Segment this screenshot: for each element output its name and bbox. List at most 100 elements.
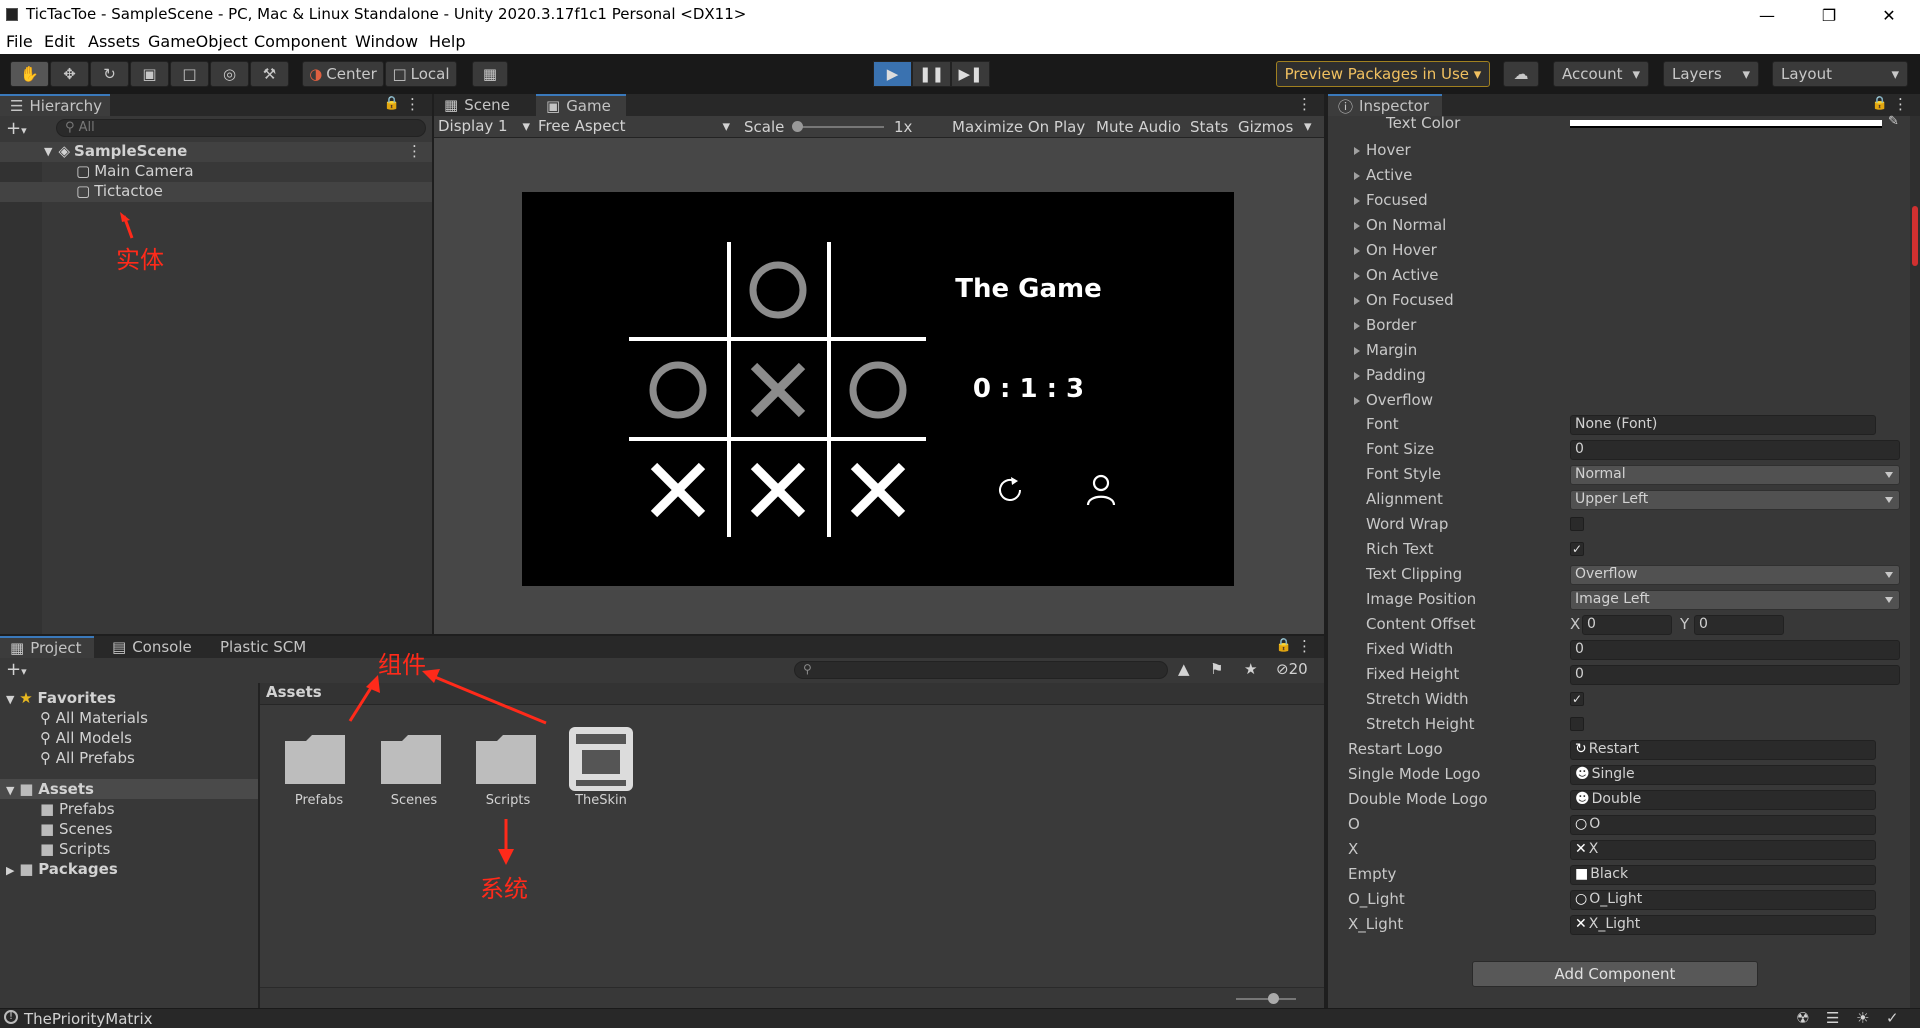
add-component-button[interactable]: Add Component xyxy=(1472,961,1758,987)
object-field-o[interactable]: ○ O xyxy=(1570,815,1876,835)
tab-console[interactable]: ▤ Console xyxy=(102,636,202,658)
text-color-swatch[interactable] xyxy=(1570,120,1882,128)
mute-audio-toggle[interactable]: Mute Audio xyxy=(1096,118,1181,136)
grid-snap-icon[interactable]: ▦ xyxy=(472,61,508,87)
board-cell-1-1[interactable] xyxy=(729,342,827,438)
menu-help[interactable]: Help xyxy=(429,32,465,51)
font-style-dropdown[interactable]: Normal xyxy=(1570,465,1900,485)
font-field[interactable]: None (Font) xyxy=(1570,415,1876,435)
preview-packages-button[interactable]: Preview Packages in Use ▾ xyxy=(1276,61,1490,87)
aspect-dropdown[interactable]: Free Aspect ▾ xyxy=(538,117,730,135)
stretch-width-checkbox[interactable]: ✓ xyxy=(1570,692,1584,706)
eyedropper-icon[interactable]: ✎ xyxy=(1888,114,1899,129)
fixed-width-input[interactable]: 0 xyxy=(1570,640,1900,660)
account-dropdown[interactable]: Account ▾ xyxy=(1553,61,1649,87)
move-tool-icon[interactable]: ✥ xyxy=(50,61,89,87)
object-field-double-mode-logo[interactable]: ☻ Double xyxy=(1570,790,1876,810)
packages-folder[interactable]: ▶ ■ Packages xyxy=(6,860,118,878)
icon-size-thumb[interactable] xyxy=(1268,993,1279,1004)
hand-tool-icon[interactable]: ✋ xyxy=(10,61,49,87)
favorite-all-models[interactable]: ⚲ All Models xyxy=(40,729,132,747)
display-dropdown[interactable]: Display 1 ▾ xyxy=(438,117,530,135)
hierarchy-search-input[interactable]: ⚲ All xyxy=(56,119,426,137)
scene-row[interactable]: ▼ ◈ SampleScene ⋮ xyxy=(0,142,432,162)
tree-folder-prefabs[interactable]: ■ Prefabs xyxy=(40,800,115,818)
play-button[interactable]: ▶ xyxy=(873,61,912,87)
menu-file[interactable]: File xyxy=(6,32,33,51)
foldout-on-hover[interactable]: On Hover xyxy=(1328,239,1908,263)
rotate-tool-icon[interactable]: ↻ xyxy=(90,61,129,87)
restart-icon[interactable] xyxy=(994,474,1026,506)
foldout-padding[interactable]: Padding xyxy=(1328,364,1908,388)
content-offset-y-input[interactable]: 0 xyxy=(1694,615,1784,635)
single-mode-icon[interactable] xyxy=(1084,472,1118,508)
image-position-dropdown[interactable]: Image Left xyxy=(1570,590,1900,610)
gizmos-toggle[interactable]: Gizmos xyxy=(1238,118,1293,136)
transform-tool-icon[interactable]: ◎ xyxy=(210,61,249,87)
hierarchy-item-tictactoe[interactable]: ▢ Tictactoe xyxy=(0,182,432,202)
board-cell-2-1[interactable] xyxy=(729,442,827,538)
stretch-height-checkbox[interactable] xyxy=(1570,717,1584,731)
panel-menu-icon[interactable]: ⋮ xyxy=(1297,637,1312,655)
menu-gameobject[interactable]: GameObject xyxy=(148,32,248,51)
text-clipping-dropdown[interactable]: Overflow xyxy=(1570,565,1900,585)
content-offset-x-input[interactable]: 0 xyxy=(1582,615,1672,635)
scale-slider[interactable] xyxy=(794,126,884,128)
board-cell-2-0[interactable] xyxy=(629,442,727,538)
menu-component[interactable]: Component xyxy=(254,32,347,51)
tab-project[interactable]: ▦ Project xyxy=(0,636,94,658)
step-button[interactable]: ▶❚ xyxy=(951,61,990,87)
cloud-icon[interactable]: ☁ xyxy=(1503,61,1539,87)
restore-button[interactable]: ❐ xyxy=(1806,0,1852,30)
foldout-margin[interactable]: Margin xyxy=(1328,339,1908,363)
rich-text-checkbox[interactable]: ✓ xyxy=(1570,542,1584,556)
board-cell-1-0[interactable] xyxy=(629,342,727,438)
foldout-focused[interactable]: Focused xyxy=(1328,189,1908,213)
word-wrap-checkbox[interactable] xyxy=(1570,517,1584,531)
minimize-button[interactable]: — xyxy=(1744,0,1790,30)
bug-icon[interactable]: ☢ xyxy=(1796,1009,1809,1027)
hierarchy-item-main-camera[interactable]: ▢ Main Camera xyxy=(0,162,432,182)
hidden-packages-icon[interactable]: ⊘20 xyxy=(1276,660,1308,678)
object-field-empty[interactable]: ■ Black xyxy=(1570,865,1876,885)
tab-plastic-scm[interactable]: Plastic SCM xyxy=(210,636,322,658)
tab-hierarchy[interactable]: ☰ Hierarchy xyxy=(0,94,110,116)
lock-icon[interactable]: 🔒 xyxy=(384,96,400,111)
alignment-dropdown[interactable]: Upper Left xyxy=(1570,490,1900,510)
pivot-local-toggle[interactable]: □ Local xyxy=(385,61,457,87)
foldout-overflow[interactable]: Overflow xyxy=(1328,389,1908,413)
project-search-input[interactable]: ⚲ xyxy=(794,661,1168,679)
tree-folder-scripts[interactable]: ■ Scripts xyxy=(40,840,110,858)
panel-menu-icon[interactable]: ⋮ xyxy=(1297,95,1312,113)
board-cell-0-1[interactable] xyxy=(729,242,827,338)
assets-folder-root[interactable]: ▼ ■ Assets xyxy=(6,780,94,798)
menu-edit[interactable]: Edit xyxy=(44,32,75,51)
tab-inspector[interactable]: ⓘ Inspector xyxy=(1328,94,1442,116)
font-size-input[interactable]: 0 xyxy=(1570,440,1900,460)
filter-by-label-icon[interactable]: ⚑ xyxy=(1210,660,1223,678)
scene-menu-icon[interactable]: ⋮ xyxy=(407,142,422,160)
tab-game[interactable]: ▣ Game xyxy=(536,94,626,116)
foldout-on-active[interactable]: On Active xyxy=(1328,264,1908,288)
tree-folder-scenes[interactable]: ■ Scenes xyxy=(40,820,113,838)
object-field-x-light[interactable]: ✕ X_Light xyxy=(1570,915,1876,935)
create-asset-button[interactable]: +▾ xyxy=(6,659,27,680)
asset-theskin[interactable] xyxy=(568,726,634,792)
inspector-scrollbar[interactable] xyxy=(1910,116,1920,1010)
custom-tool-icon[interactable]: ⚒ xyxy=(250,61,289,87)
foldout-active[interactable]: Active xyxy=(1328,164,1908,188)
layout-dropdown[interactable]: Layout ▾ xyxy=(1772,61,1908,87)
favorite-all-prefabs[interactable]: ⚲ All Prefabs xyxy=(40,749,135,767)
pivot-center-toggle[interactable]: ◑ Center xyxy=(302,61,384,87)
foldout-hover[interactable]: Hover xyxy=(1328,139,1908,163)
panel-menu-icon[interactable]: ⋮ xyxy=(1893,95,1908,113)
fixed-height-input[interactable]: 0 xyxy=(1570,665,1900,685)
maximize-on-play-toggle[interactable]: Maximize On Play xyxy=(952,118,1085,136)
object-field-single-mode-logo[interactable]: ☻ Single xyxy=(1570,765,1876,785)
tab-scene[interactable]: ▦ Scene xyxy=(434,94,530,116)
rect-tool-icon[interactable]: □ xyxy=(170,61,209,87)
pause-button[interactable]: ❚❚ xyxy=(912,61,951,87)
close-button[interactable]: ✕ xyxy=(1866,0,1912,30)
foldout-on-focused[interactable]: On Focused xyxy=(1328,289,1908,313)
object-field-o-light[interactable]: ○ O_Light xyxy=(1570,890,1876,910)
